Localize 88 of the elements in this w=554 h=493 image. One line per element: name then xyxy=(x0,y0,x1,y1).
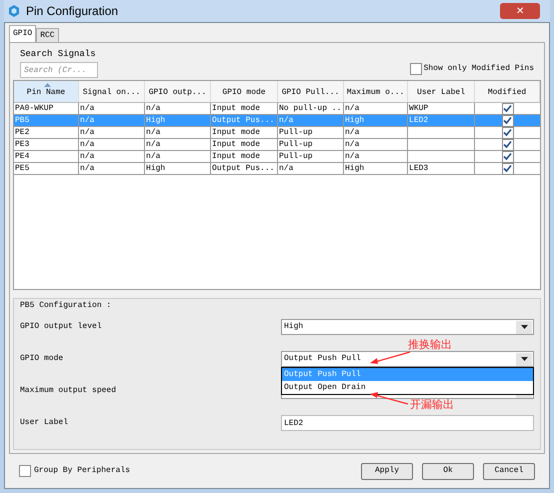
checkbox[interactable] xyxy=(19,465,31,477)
table-cell: Input mode xyxy=(212,140,260,148)
window-title: Pin Configuration xyxy=(26,3,118,20)
column-header[interactable]: Pin Name xyxy=(14,81,80,102)
search-label: Search Signals xyxy=(20,48,97,60)
dropdown-value: High xyxy=(284,321,304,333)
column-header[interactable]: GPIO mode xyxy=(211,81,278,102)
dropdown[interactable]: Output Push Pull xyxy=(281,351,534,367)
sort-arrow-icon xyxy=(44,83,51,87)
table-cell: n/a xyxy=(345,140,360,148)
field-label: GPIO output level xyxy=(20,321,102,333)
dropdown-option[interactable]: Output Open Drain xyxy=(282,381,533,394)
dialog-button[interactable]: Cancel xyxy=(483,462,535,480)
table-cell: n/a xyxy=(146,152,160,160)
column-header[interactable]: Signal on... xyxy=(79,81,146,102)
tab[interactable]: GPIO xyxy=(9,25,36,42)
table-cell: PE5 xyxy=(15,164,30,172)
annotation-text: 推换输出 xyxy=(408,338,452,353)
table-cell: Input mode xyxy=(212,152,260,160)
table-cell: Pull-up xyxy=(279,152,313,160)
column-header[interactable]: Modified xyxy=(475,81,540,102)
tab[interactable]: RCC xyxy=(36,28,59,42)
table-cell: Pull-up xyxy=(279,140,313,148)
checkbox[interactable] xyxy=(502,162,514,174)
table-cell: PE2 xyxy=(15,128,30,136)
table-cell: n/a xyxy=(146,140,160,148)
close-button[interactable]: ✕ xyxy=(500,3,540,19)
column-header[interactable]: GPIO Pull... xyxy=(278,81,344,102)
checkbox[interactable] xyxy=(502,114,514,126)
field-label: GPIO mode xyxy=(20,353,64,365)
checkbox[interactable] xyxy=(410,63,422,75)
table-cell: PE4 xyxy=(15,152,30,160)
table-cell: n/a xyxy=(80,140,94,148)
table-row[interactable]: PE3 n/a n/a Input mode Pull-up n/a xyxy=(14,139,540,151)
table-cell: WKUP xyxy=(409,104,428,112)
table-cell: n/a xyxy=(146,128,160,136)
checkbox[interactable] xyxy=(502,138,514,150)
table-row[interactable]: PE4 n/a n/a Input mode Pull-up n/a xyxy=(14,151,540,163)
table-row[interactable]: PA0-WKUP n/a n/a Input mode No pull-up ...n/a WKUP xyxy=(14,103,540,115)
checkbox[interactable] xyxy=(502,126,514,138)
table-cell: Input mode xyxy=(212,104,260,112)
field-label: User Label xyxy=(20,417,68,429)
dropdown-value: Output Push Pull xyxy=(284,353,361,365)
table-cell: High xyxy=(146,164,166,172)
table-cell: LED2 xyxy=(409,116,428,124)
checkbox[interactable] xyxy=(502,102,514,114)
table-cell: n/a xyxy=(279,164,294,172)
search-field[interactable]: Search (Cr... xyxy=(20,62,98,78)
table-cell: n/a xyxy=(80,116,94,124)
field-label: Maximum output speed xyxy=(20,385,116,397)
table-cell: n/a xyxy=(345,152,360,160)
table-cell: n/a xyxy=(80,104,94,112)
table-cell: n/a xyxy=(146,104,160,112)
table-row[interactable]: PE2 n/a n/a Input mode Pull-up n/a xyxy=(14,127,540,139)
table-cell: n/a xyxy=(279,116,294,124)
table-cell: LED3 xyxy=(409,164,428,172)
group-title: PB5 Configuration : xyxy=(20,300,112,312)
checkbox-label: Group By Peripherals xyxy=(34,465,130,477)
column-header[interactable]: User Label xyxy=(408,81,476,102)
table-cell: PB5 xyxy=(15,116,30,124)
table-cell: High xyxy=(345,116,364,124)
checkbox-label: Show only Modified Pins xyxy=(424,63,534,75)
table-cell: n/a xyxy=(80,164,94,172)
app-icon xyxy=(8,5,20,17)
checkbox[interactable] xyxy=(502,150,514,162)
annotation-arrow xyxy=(369,351,411,365)
table-cell: n/a xyxy=(345,104,360,112)
dialog-button[interactable]: Ok xyxy=(422,462,474,480)
table-cell: Pull-up xyxy=(279,128,313,136)
table-cell: PE3 xyxy=(15,140,30,148)
text-field[interactable]: LED2 xyxy=(281,415,534,431)
table-cell: High xyxy=(345,164,364,172)
table-cell: High xyxy=(146,116,166,124)
table-row[interactable]: PE5 n/a High Output Pus... n/a High LED3 xyxy=(14,163,540,175)
annotation-arrow xyxy=(369,391,409,405)
table-cell: n/a xyxy=(345,128,360,136)
table-cell: PA0-WKUP xyxy=(15,104,54,112)
table-cell: n/a xyxy=(80,152,94,160)
dropdown[interactable]: High xyxy=(281,319,534,335)
table-cell: Input mode xyxy=(212,128,260,136)
table-cell: Output Pus... xyxy=(212,116,274,124)
annotation-text: 开漏输出 xyxy=(410,398,454,413)
table-cell: Output Pus... xyxy=(212,164,274,172)
column-header[interactable]: Maximum o... xyxy=(344,81,408,102)
table-cell: n/a xyxy=(80,128,94,136)
dialog-button[interactable]: Apply xyxy=(361,462,413,480)
column-header[interactable]: GPIO outp... xyxy=(145,81,212,102)
table-cell: No pull-up ... xyxy=(279,104,343,112)
